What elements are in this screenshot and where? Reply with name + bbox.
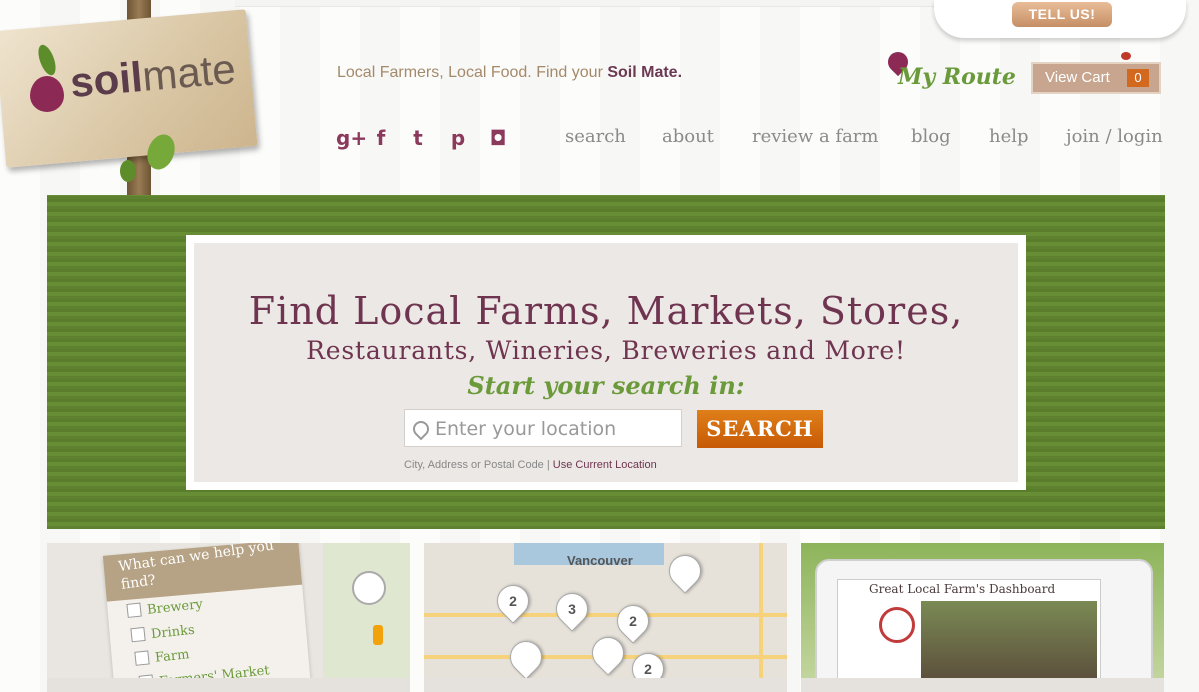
vine-leaf-icon xyxy=(120,160,136,182)
use-current-location-link[interactable]: Use Current Location xyxy=(553,459,657,471)
location-input[interactable] xyxy=(433,414,677,444)
top-strip xyxy=(235,0,935,7)
mini-map xyxy=(323,543,410,678)
hero-subheadline: Restaurants, Wineries, Breweries and Mor… xyxy=(306,336,906,365)
view-cart-button[interactable]: View Cart 0 xyxy=(1031,62,1161,94)
brewery-marker-icon xyxy=(662,548,708,594)
nav-search[interactable]: search xyxy=(565,126,626,147)
search-button[interactable]: SEARCH xyxy=(697,410,823,448)
street-view-pegman-icon xyxy=(373,625,383,645)
logo-soil: soil xyxy=(68,53,145,107)
nav-review-a-farm[interactable]: review a farm xyxy=(752,126,878,147)
beet-icon xyxy=(30,76,64,112)
map-marker: 2 xyxy=(610,598,656,644)
nav-join-login[interactable]: join / login xyxy=(1066,126,1163,147)
farmers-photo xyxy=(921,601,1097,687)
feature-card-dashboard[interactable]: Great Local Farm's Dashboard xyxy=(801,543,1164,692)
search-prompt: Start your search in: xyxy=(467,371,745,400)
checkbox-icon xyxy=(130,626,146,643)
location-pin-icon xyxy=(409,417,433,441)
tagline: Local Farmers, Local Food. Find your Soi… xyxy=(337,64,682,82)
my-route-label: My Route xyxy=(898,64,1016,90)
card-footer xyxy=(801,678,1164,692)
market-marker-icon xyxy=(503,634,549,680)
nav-help[interactable]: help xyxy=(989,126,1029,147)
feature-card-filters[interactable]: What can we help you find? Brewery Drink… xyxy=(47,543,410,692)
ladybug-icon xyxy=(1121,52,1131,60)
tagline-strong: Soil Mate. xyxy=(607,64,683,81)
marker-count: 2 xyxy=(509,593,517,609)
checkbox-icon xyxy=(134,650,150,666)
tell-us-button[interactable]: TELL US! xyxy=(1012,2,1112,27)
cart-count-badge: 0 xyxy=(1127,69,1149,87)
map-pan-control-icon xyxy=(352,571,386,605)
search-panel: Find Local Farms, Markets, Stores, Resta… xyxy=(186,235,1026,490)
card-footer xyxy=(424,678,787,692)
tagline-text: Local Farmers, Local Food. Find your xyxy=(337,64,608,81)
search-panel-inner: Find Local Farms, Markets, Stores, Resta… xyxy=(194,243,1018,482)
map-city-label: Vancouver xyxy=(567,553,633,568)
hero-headline: Find Local Farms, Markets, Stores, xyxy=(248,289,964,333)
map-road xyxy=(759,543,763,692)
marker-count: 2 xyxy=(629,613,637,629)
farm-seal-icon xyxy=(879,607,915,643)
feature-card-map[interactable]: Vancouver 2 3 2 2 xyxy=(424,543,787,692)
nav-blog[interactable]: blog xyxy=(911,126,951,147)
card-footer xyxy=(47,678,410,692)
facebook-icon[interactable]: f xyxy=(370,126,392,150)
market-marker-icon xyxy=(585,630,631,676)
nav-about[interactable]: about xyxy=(662,126,714,147)
checkbox-checked-icon xyxy=(126,602,142,618)
dashboard-title: Great Local Farm's Dashboard xyxy=(869,582,1056,596)
twitter-icon[interactable]: t xyxy=(405,126,431,150)
location-field[interactable] xyxy=(404,409,682,447)
logo-mate: mate xyxy=(140,44,238,100)
hint-text: City, Address or Postal Code | xyxy=(404,459,553,471)
location-hint: City, Address or Postal Code | Use Curre… xyxy=(404,459,657,471)
map-marker: 3 xyxy=(549,586,595,632)
cart-label: View Cart xyxy=(1045,69,1110,86)
instagram-icon[interactable]: ◘ xyxy=(486,126,510,150)
google-plus-icon[interactable]: g+ xyxy=(336,126,367,150)
map-road xyxy=(424,613,787,617)
marker-count: 3 xyxy=(568,601,576,617)
pinterest-icon[interactable]: p xyxy=(446,126,470,150)
